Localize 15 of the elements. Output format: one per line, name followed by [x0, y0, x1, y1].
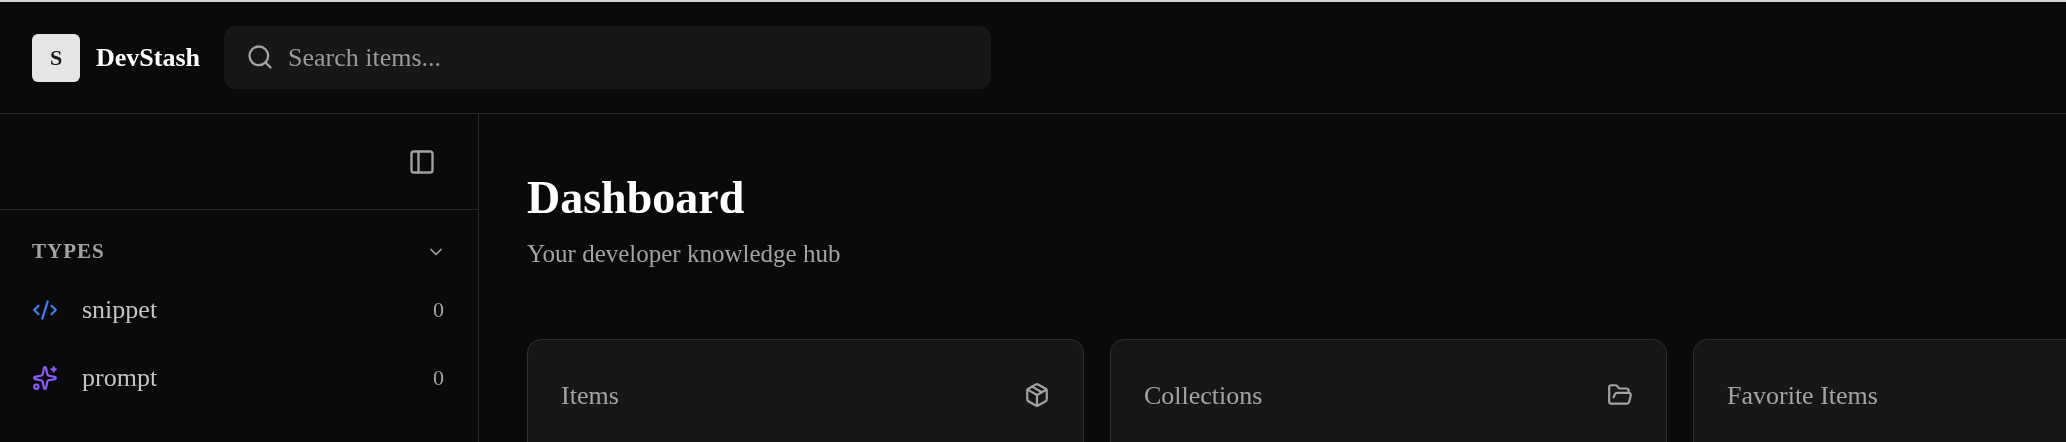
page-title: Dashboard: [527, 171, 746, 225]
brand-name: DevStash: [96, 42, 200, 74]
type-item[interactable]: snippet 0: [32, 275, 446, 344]
item-count: 0: [433, 364, 445, 392]
search-field[interactable]: Search items...: [224, 26, 991, 89]
search-icon: [246, 43, 274, 71]
package-icon: [1024, 382, 1050, 409]
item-count: 0: [433, 296, 445, 324]
logo: S: [32, 33, 80, 82]
card-title: Favorite Items: [1727, 379, 1878, 412]
card-title: Collections: [1144, 379, 1263, 412]
page-subtitle: Your developer knowledge hub: [527, 239, 842, 270]
type-item[interactable]: prompt 0: [32, 343, 446, 412]
card-title: Items: [561, 379, 619, 412]
section-header[interactable]: TYPES: [32, 236, 446, 268]
